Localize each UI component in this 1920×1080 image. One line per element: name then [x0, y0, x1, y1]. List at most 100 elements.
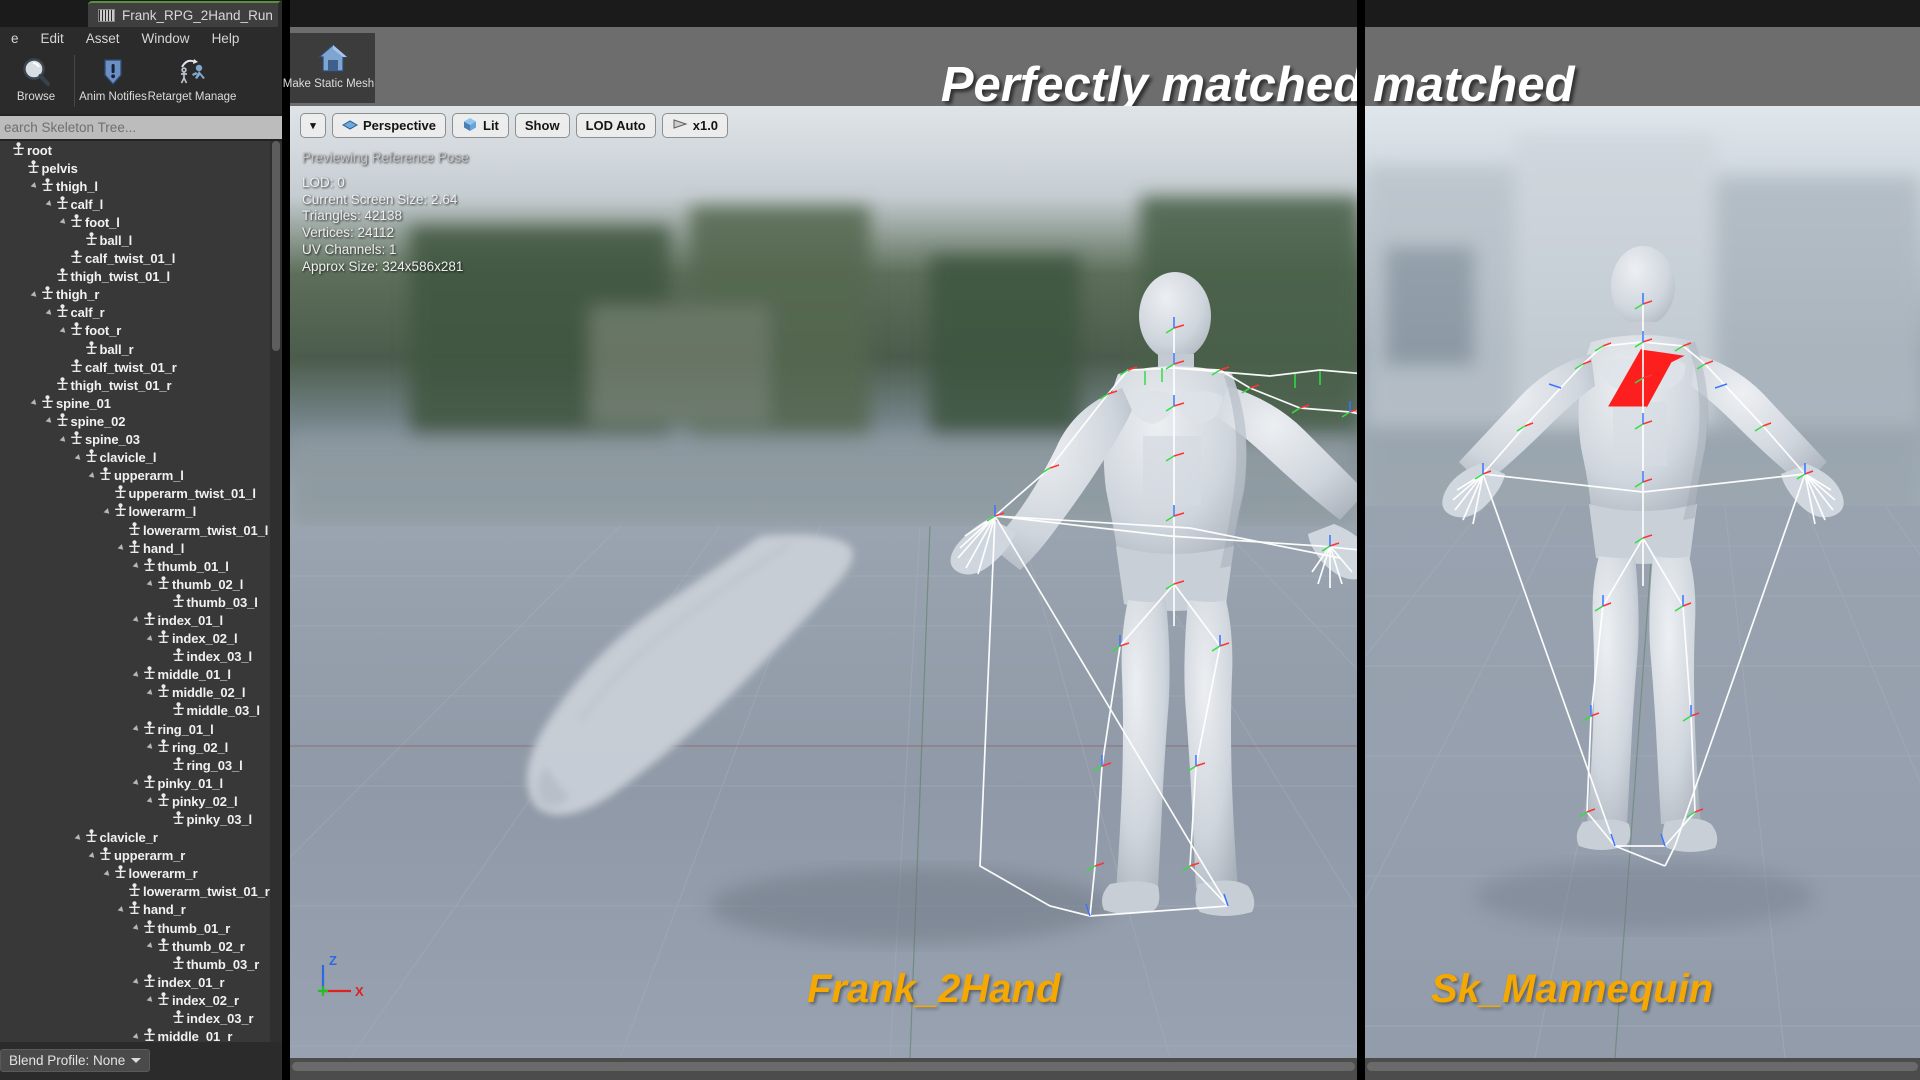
horizontal-scrollbar[interactable]	[292, 1062, 1355, 1071]
expand-arrow-icon[interactable]	[131, 978, 142, 987]
tree-item-clavicle_l[interactable]: clavicle_l	[0, 449, 270, 467]
expand-arrow-icon[interactable]	[29, 399, 40, 408]
expand-arrow-icon[interactable]	[73, 833, 84, 842]
expand-arrow-icon[interactable]	[145, 996, 156, 1005]
viewport-right-scene[interactable]: Sk_Mannequin	[1365, 106, 1920, 1058]
search-skeleton-tree-input[interactable]: earch Skeleton Tree...	[0, 116, 282, 139]
tree-item-index_02_l[interactable]: index_02_l	[0, 630, 270, 648]
blend-profile-dropdown[interactable]: Blend Profile: None	[0, 1049, 151, 1072]
expand-arrow-icon[interactable]	[145, 580, 156, 589]
expand-arrow-icon[interactable]	[131, 725, 142, 733]
tree-item-upperarm_r[interactable]: upperarm_r	[0, 847, 270, 865]
tree-item-hand_r[interactable]: hand_r	[0, 901, 270, 919]
tree-item-thumb_02_l[interactable]: thumb_02_l	[0, 575, 270, 593]
tree-item-lowerarm_twist_01_r[interactable]: lowerarm_twist_01_r	[0, 883, 270, 901]
tree-item-clavicle_r[interactable]: clavicle_r	[0, 829, 270, 847]
skeleton-tree[interactable]: root pelvis thigh_l calf_l foot_l ball_l calf_…	[0, 141, 270, 1042]
tree-item-thigh_twist_01_l[interactable]: thigh_twist_01_l	[0, 268, 270, 286]
expand-arrow-icon[interactable]	[145, 797, 156, 806]
tree-item-thigh_twist_01_r[interactable]: thigh_twist_01_r	[0, 376, 270, 394]
expand-arrow-icon[interactable]	[58, 218, 69, 227]
expand-arrow-icon[interactable]	[87, 851, 98, 860]
browse-button[interactable]: Browse	[0, 51, 72, 113]
scrollbar-thumb[interactable]	[272, 141, 280, 351]
expand-arrow-icon[interactable]	[145, 743, 156, 752]
tree-item-calf_r[interactable]: calf_r	[0, 304, 270, 322]
tree-item-thumb_01_r[interactable]: thumb_01_r	[0, 919, 270, 937]
view-mode-button[interactable]: Perspective	[332, 113, 446, 138]
tree-item-calf_twist_01_l[interactable]: calf_twist_01_l	[0, 250, 270, 268]
tree-item-pinky_02_l[interactable]: pinky_02_l	[0, 792, 270, 810]
tree-item-ring_02_l[interactable]: ring_02_l	[0, 738, 270, 756]
viewport-options-button[interactable]: ▾	[300, 113, 326, 138]
anim-notifies-button[interactable]: Anim Notifies	[77, 51, 149, 113]
show-menu-button[interactable]: Show	[514, 113, 570, 138]
expand-arrow-icon[interactable]	[58, 435, 69, 444]
expand-arrow-icon[interactable]	[44, 200, 55, 209]
menu-edit[interactable]: Edit	[30, 29, 75, 48]
expand-arrow-icon[interactable]	[44, 417, 55, 426]
expand-arrow-icon[interactable]	[87, 471, 98, 480]
skeleton-tree-scrollbar[interactable]	[270, 141, 282, 1042]
tab-frank[interactable]: Frank	[278, 1, 282, 27]
tree-item-middle_03_l[interactable]: middle_03_l	[0, 702, 270, 720]
expand-arrow-icon[interactable]	[102, 869, 113, 878]
tree-item-index_01_l[interactable]: index_01_l	[0, 611, 270, 629]
make-static-mesh-button[interactable]: Make Static Mesh	[283, 33, 375, 103]
tree-item-thumb_01_l[interactable]: thumb_01_l	[0, 557, 270, 575]
tree-item-upperarm_twist_01_l[interactable]: upperarm_twist_01_l	[0, 485, 270, 503]
expand-arrow-icon[interactable]	[145, 942, 156, 951]
tree-item-index_02_r[interactable]: index_02_r	[0, 991, 270, 1009]
tree-item-hand_l[interactable]: hand_l	[0, 539, 270, 557]
expand-arrow-icon[interactable]	[73, 453, 84, 462]
expand-arrow-icon[interactable]	[44, 309, 55, 317]
expand-arrow-icon[interactable]	[29, 182, 40, 191]
tree-item-pelvis[interactable]: pelvis	[0, 159, 270, 177]
horizontal-scrollbar[interactable]	[1367, 1062, 1918, 1071]
expand-arrow-icon[interactable]	[145, 634, 156, 643]
tree-item-middle_01_r[interactable]: middle_01_r	[0, 1028, 270, 1042]
menu-file[interactable]: e	[0, 29, 30, 48]
expand-arrow-icon[interactable]	[131, 1032, 142, 1041]
tree-item-spine_03[interactable]: spine_03	[0, 431, 270, 449]
tree-item-calf_l[interactable]: calf_l	[0, 195, 270, 213]
retarget-manager-button[interactable]: Retarget Manage	[148, 51, 236, 113]
tree-item-ring_01_l[interactable]: ring_01_l	[0, 720, 270, 738]
menu-help[interactable]: Help	[201, 29, 251, 48]
tree-item-lowerarm_r[interactable]: lowerarm_r	[0, 865, 270, 883]
expand-arrow-icon[interactable]	[102, 508, 113, 516]
tree-item-index_03_r[interactable]: index_03_r	[0, 1010, 270, 1028]
tree-item-middle_01_l[interactable]: middle_01_l	[0, 666, 270, 684]
tree-item-calf_twist_01_r[interactable]: calf_twist_01_r	[0, 358, 270, 376]
tree-item-index_01_r[interactable]: index_01_r	[0, 973, 270, 991]
tree-item-foot_l[interactable]: foot_l	[0, 213, 270, 231]
playback-speed-button[interactable]: x1.0	[661, 113, 729, 138]
expand-arrow-icon[interactable]	[116, 906, 127, 914]
expand-arrow-icon[interactable]	[29, 290, 40, 299]
tree-item-ball_r[interactable]: ball_r	[0, 340, 270, 358]
menu-asset[interactable]: Asset	[75, 29, 131, 48]
tree-item-ring_03_l[interactable]: ring_03_l	[0, 756, 270, 774]
expand-arrow-icon[interactable]	[131, 924, 142, 932]
menu-window[interactable]: Window	[131, 29, 201, 48]
tree-item-lowerarm_l[interactable]: lowerarm_l	[0, 503, 270, 521]
tree-item-ball_l[interactable]: ball_l	[0, 231, 270, 249]
tree-item-index_03_l[interactable]: index_03_l	[0, 648, 270, 666]
tab-frank-rpg-2hand-run[interactable]: Frank_RPG_2Hand_Run ×	[88, 1, 282, 27]
expand-arrow-icon[interactable]	[131, 670, 142, 679]
tree-item-thumb_03_l[interactable]: thumb_03_l	[0, 593, 270, 611]
tree-item-thigh_l[interactable]: thigh_l	[0, 177, 270, 195]
expand-arrow-icon[interactable]	[131, 616, 142, 625]
tree-item-thigh_r[interactable]: thigh_r	[0, 286, 270, 304]
tree-item-foot_r[interactable]: foot_r	[0, 322, 270, 340]
tree-item-spine_02[interactable]: spine_02	[0, 412, 270, 430]
tree-item-pinky_01_l[interactable]: pinky_01_l	[0, 774, 270, 792]
expand-arrow-icon[interactable]	[58, 327, 69, 335]
expand-arrow-icon[interactable]	[145, 688, 156, 697]
tree-item-upperarm_l[interactable]: upperarm_l	[0, 467, 270, 485]
tree-item-lowerarm_twist_01_l[interactable]: lowerarm_twist_01_l	[0, 521, 270, 539]
expand-arrow-icon[interactable]	[131, 562, 142, 571]
tree-item-middle_02_l[interactable]: middle_02_l	[0, 684, 270, 702]
lighting-mode-button[interactable]: Lit	[452, 113, 509, 138]
tree-item-thumb_03_r[interactable]: thumb_03_r	[0, 955, 270, 973]
